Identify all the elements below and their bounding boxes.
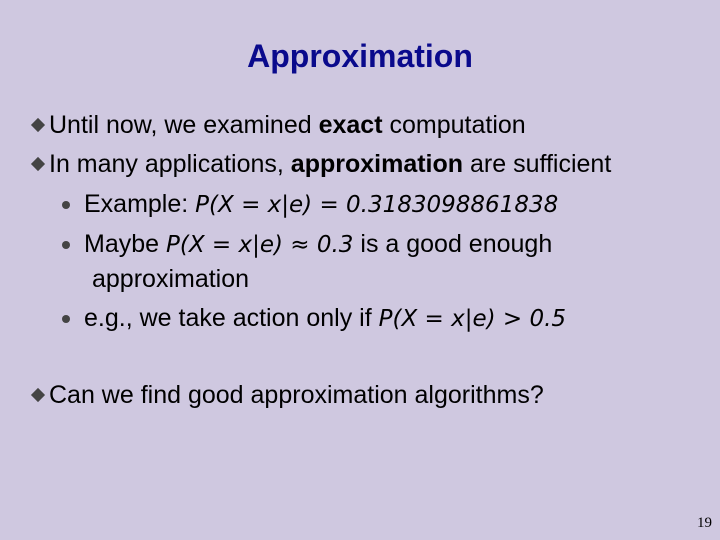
diamond-bullet-icon [30, 156, 46, 172]
bullet-approximation-sufficient: In many applications, approximation are … [30, 149, 611, 179]
subbullet-maybe: Maybe P(X = x|e) ≈ 0.3 is a good enough [62, 229, 552, 260]
subbullet-eg: e.g., we take action only if P(X = x|e) … [62, 303, 566, 334]
diamond-bullet-icon [30, 387, 46, 403]
dot-bullet-icon [62, 315, 70, 323]
subbullet-example: Example: P(X = x|e) = 0.3183098861838 [62, 189, 558, 220]
bullet-question: Can we find good approximation algorithm… [30, 380, 544, 410]
bullet-exact-computation: Until now, we examined exact computation [30, 110, 526, 140]
page-number: 19 [697, 515, 712, 531]
dot-bullet-icon [62, 201, 70, 209]
subbullet-maybe-continuation: approximation [92, 265, 250, 293]
slide-title: Approximation [247, 38, 473, 74]
diamond-bullet-icon [30, 117, 46, 133]
dot-bullet-icon [62, 241, 70, 249]
